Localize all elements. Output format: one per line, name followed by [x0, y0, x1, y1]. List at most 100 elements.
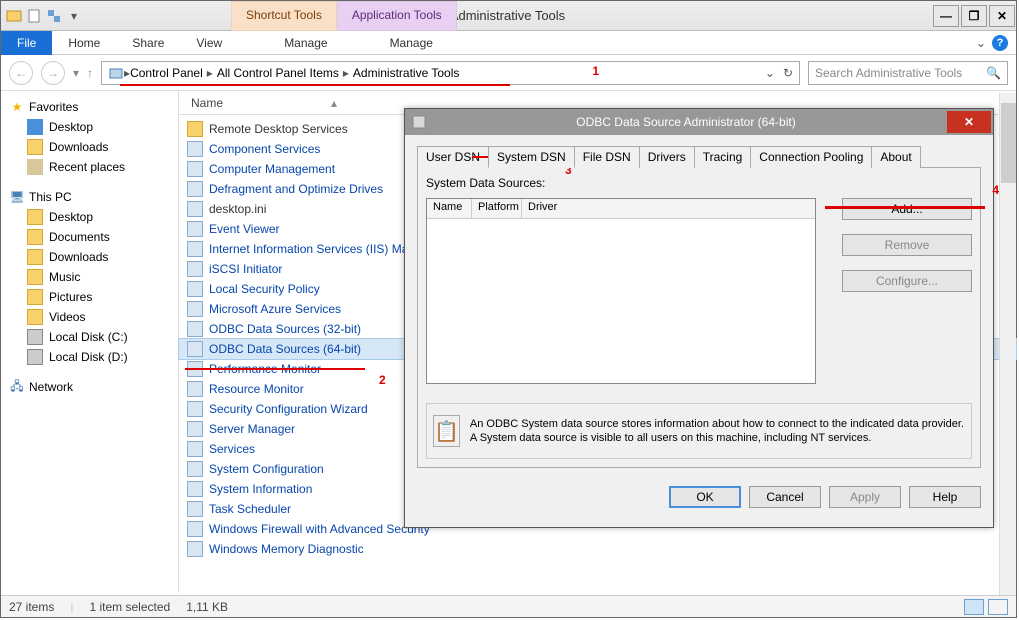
nav-pc-drive-c[interactable]: Local Disk (C:): [5, 327, 174, 347]
col-driver[interactable]: Driver: [522, 199, 815, 218]
file-name: Security Configuration Wizard: [209, 402, 368, 416]
address-bar[interactable]: ▸ Control Panel ▸ All Control Panel Item…: [101, 61, 800, 85]
file-name: desktop.ini: [209, 202, 266, 216]
file-name: Defragment and Optimize Drives: [209, 182, 383, 196]
network-group[interactable]: 🖧 Network: [5, 377, 174, 397]
window-title: Administrative Tools: [83, 8, 932, 23]
cancel-button[interactable]: Cancel: [749, 486, 821, 508]
up-button[interactable]: ↑: [87, 66, 93, 80]
nav-pc-downloads[interactable]: Downloads: [5, 247, 174, 267]
shortcut-icon: [187, 261, 203, 277]
annotation-4: 4: [992, 183, 999, 197]
remove-button[interactable]: Remove: [842, 234, 972, 256]
search-input[interactable]: Search Administrative Tools 🔍: [808, 61, 1008, 85]
crumb-all-items[interactable]: All Control Panel Items: [217, 66, 339, 80]
tab-about[interactable]: About: [871, 146, 920, 168]
file-name: Internet Information Services (IIS) Ma: [209, 242, 408, 256]
nav-recent[interactable]: Recent places: [5, 157, 174, 177]
titlebar: ▾ Shortcut Tools Application Tools Admin…: [1, 1, 1016, 31]
file-menu[interactable]: File: [1, 31, 52, 55]
col-name[interactable]: Name: [427, 199, 472, 218]
crumb-admin-tools[interactable]: Administrative Tools: [353, 66, 460, 80]
info-icon: 📋: [433, 415, 460, 447]
status-bar: 27 items | 1 item selected 1,11 KB: [1, 595, 1016, 617]
dialog-titlebar[interactable]: ODBC Data Source Administrator (64-bit) …: [405, 109, 993, 135]
shortcut-icon: [187, 381, 203, 397]
status-selection: 1 item selected: [89, 600, 170, 614]
nav-pc-music[interactable]: Music: [5, 267, 174, 287]
qat-dropdown-icon[interactable]: ▾: [65, 7, 83, 25]
drive-icon: [27, 329, 43, 345]
shortcut-icon: [187, 301, 203, 317]
desktop-icon: [27, 119, 43, 135]
crumb-control-panel[interactable]: Control Panel: [130, 66, 203, 80]
app-icon: [5, 7, 23, 25]
column-name[interactable]: Name: [187, 96, 227, 110]
tab-drivers[interactable]: Drivers: [639, 146, 695, 168]
tab-system-dsn[interactable]: System DSN: [488, 146, 575, 168]
tab-share[interactable]: Share: [116, 32, 180, 54]
refresh-icon[interactable]: ↻: [783, 66, 793, 80]
pc-icon: 🖥: [9, 189, 25, 205]
info-text: An ODBC System data source stores inform…: [470, 417, 965, 446]
file-row[interactable]: Windows Memory Diagnostic: [179, 539, 1016, 559]
view-icons-button[interactable]: [988, 599, 1008, 615]
info-box: 📋 An ODBC System data source stores info…: [426, 403, 972, 459]
tab-connection-pooling[interactable]: Connection Pooling: [750, 146, 872, 168]
help-icon[interactable]: ?: [992, 35, 1008, 51]
col-platform[interactable]: Platform: [472, 199, 522, 218]
tab-manage-app[interactable]: Manage: [374, 32, 449, 54]
shortcut-icon: [187, 541, 203, 557]
view-details-button[interactable]: [964, 599, 984, 615]
minimize-button[interactable]: —: [933, 5, 959, 27]
forward-button[interactable]: →: [41, 61, 65, 85]
folder-icon: [187, 121, 203, 137]
shortcut-icon: [187, 281, 203, 297]
close-button[interactable]: ✕: [989, 5, 1015, 27]
thispc-group[interactable]: 🖥 This PC: [5, 187, 174, 207]
ok-button[interactable]: OK: [669, 486, 741, 508]
dialog-close-button[interactable]: ✕: [947, 111, 991, 133]
context-tab-shortcut[interactable]: Shortcut Tools: [231, 1, 337, 31]
nav-pc-desktop[interactable]: Desktop: [5, 207, 174, 227]
address-dropdown-icon[interactable]: ⌄: [765, 66, 775, 80]
dsn-list[interactable]: Name Platform Driver: [426, 198, 816, 384]
tab-home[interactable]: Home: [52, 32, 116, 54]
nav-pc-drive-d[interactable]: Local Disk (D:): [5, 347, 174, 367]
apply-button[interactable]: Apply: [829, 486, 901, 508]
location-icon: [108, 65, 124, 81]
dialog-title: ODBC Data Source Administrator (64-bit): [427, 115, 945, 129]
tab-view[interactable]: View: [180, 32, 238, 54]
sort-indicator-icon: ▴: [327, 96, 341, 110]
nav-pc-documents[interactable]: Documents: [5, 227, 174, 247]
file-name: Local Security Policy: [209, 282, 320, 296]
recent-locations-icon[interactable]: ▾: [73, 66, 79, 80]
properties-icon[interactable]: [45, 7, 63, 25]
tab-file-dsn[interactable]: File DSN: [574, 146, 640, 168]
back-button[interactable]: ←: [9, 61, 33, 85]
new-file-icon[interactable]: [25, 7, 43, 25]
favorites-group[interactable]: ★ Favorites: [5, 97, 174, 117]
nav-downloads[interactable]: Downloads: [5, 137, 174, 157]
shortcut-icon: [187, 181, 203, 197]
shortcut-icon: [187, 161, 203, 177]
file-name: System Configuration: [209, 462, 324, 476]
status-count: 27 items: [9, 600, 54, 614]
context-tab-application[interactable]: Application Tools: [337, 1, 457, 31]
vertical-scrollbar[interactable]: [999, 93, 1016, 595]
file-name: Services: [209, 442, 255, 456]
nav-pc-pictures[interactable]: Pictures: [5, 287, 174, 307]
file-name: Windows Firewall with Advanced Security: [209, 522, 430, 536]
add-button[interactable]: Add...: [842, 198, 972, 220]
ribbon-expand-icon[interactable]: ⌄: [976, 36, 986, 50]
nav-pc-videos[interactable]: Videos: [5, 307, 174, 327]
maximize-button[interactable]: ❐: [961, 5, 987, 27]
folder-icon: [27, 249, 43, 265]
scroll-thumb[interactable]: [1001, 103, 1016, 183]
nav-desktop[interactable]: Desktop: [5, 117, 174, 137]
tab-manage-shortcut[interactable]: Manage: [268, 32, 343, 54]
file-name: Task Scheduler: [209, 502, 291, 516]
tab-tracing[interactable]: Tracing: [694, 146, 752, 168]
configure-button[interactable]: Configure...: [842, 270, 972, 292]
help-button[interactable]: Help: [909, 486, 981, 508]
